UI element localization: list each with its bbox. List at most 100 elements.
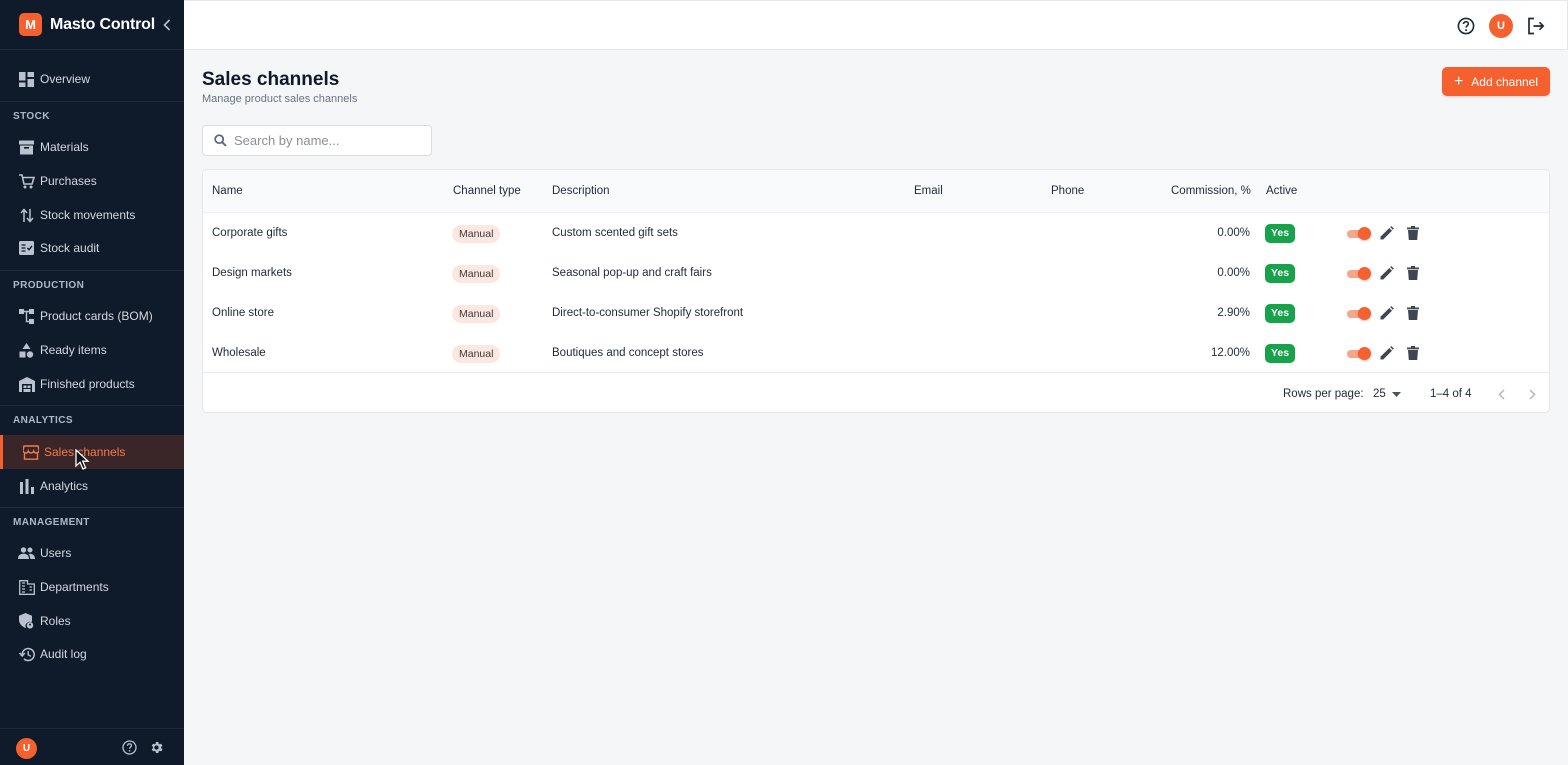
sidebar-item-stock-audit[interactable]: Stock audit xyxy=(0,231,184,265)
sidebar-item-overview[interactable]: Overview xyxy=(0,62,184,96)
edit-button[interactable] xyxy=(1380,346,1394,360)
sidebar-item-purchases[interactable]: Purchases xyxy=(0,164,184,198)
active-toggle[interactable] xyxy=(1347,307,1371,320)
help-button[interactable] xyxy=(1454,14,1478,38)
domain-icon xyxy=(18,579,35,596)
channel-type-chip: Manual xyxy=(452,305,501,323)
table-row[interactable]: Corporate gifts Manual Custom scented gi… xyxy=(203,214,1549,254)
user-avatar[interactable]: U xyxy=(16,738,37,759)
active-toggle[interactable] xyxy=(1347,267,1371,280)
warehouse-icon xyxy=(18,376,35,393)
delete-button[interactable] xyxy=(1407,226,1421,240)
chevron-left-icon xyxy=(163,19,171,31)
settings-button[interactable] xyxy=(149,740,164,755)
cell-name: Design markets xyxy=(212,267,292,279)
storefront-icon xyxy=(22,444,39,461)
active-badge: Yes xyxy=(1265,224,1295,243)
sidebar-divider xyxy=(0,405,184,406)
edit-button[interactable] xyxy=(1380,266,1394,280)
sidebar-item-label: Departments xyxy=(40,580,109,594)
active-toggle[interactable] xyxy=(1347,347,1371,360)
dashboard-icon xyxy=(18,71,35,88)
help-icon xyxy=(1457,17,1475,35)
sidebar-item-materials[interactable]: Materials xyxy=(0,130,184,164)
toggle-knob xyxy=(1358,347,1371,360)
app-logo: M xyxy=(19,13,42,36)
column-header-name[interactable]: Name xyxy=(212,185,243,197)
rows-per-page-select[interactable]: 25 xyxy=(1373,388,1401,400)
sidebar-item-roles[interactable]: Roles xyxy=(0,604,184,638)
collapse-sidebar-button[interactable] xyxy=(160,17,174,33)
app-title: Masto Control xyxy=(50,15,155,33)
sidebar-item-stock-movements[interactable]: Stock movements xyxy=(0,198,184,232)
help-button[interactable] xyxy=(122,740,137,755)
sidebar-item-label: Stock audit xyxy=(40,241,100,255)
column-header-active[interactable]: Active xyxy=(1266,185,1297,197)
cell-commission: 0.00% xyxy=(1217,267,1250,279)
bar-chart-icon xyxy=(18,478,35,495)
delete-button[interactable] xyxy=(1407,266,1421,280)
table-row[interactable]: Online store Manual Direct-to-consumer S… xyxy=(203,294,1549,334)
page-title: Sales channels xyxy=(202,69,340,90)
edit-button[interactable] xyxy=(1380,226,1394,240)
sidebar-item-label: Audit log xyxy=(40,647,87,661)
logout-button[interactable] xyxy=(1524,14,1548,38)
delete-button[interactable] xyxy=(1407,346,1421,360)
column-header-email[interactable]: Email xyxy=(914,185,943,197)
sales-channels-table: Name Channel type Description Email Phon… xyxy=(202,169,1550,413)
previous-page-button[interactable] xyxy=(1494,386,1508,402)
cell-commission: 2.90% xyxy=(1217,307,1250,319)
sidebar-item-users[interactable]: Users xyxy=(0,536,184,570)
people-icon xyxy=(18,545,35,562)
cart-icon xyxy=(18,173,35,190)
edit-button[interactable] xyxy=(1380,306,1394,320)
active-badge: Yes xyxy=(1265,264,1295,283)
logout-icon xyxy=(1528,17,1545,35)
cell-commission: 12.00% xyxy=(1210,347,1250,359)
search-box xyxy=(202,125,432,156)
rows-per-page-value: 25 xyxy=(1373,388,1386,400)
next-page-button[interactable] xyxy=(1525,386,1539,402)
sidebar-divider xyxy=(0,101,184,102)
section-label-analytics: ANALYTICS xyxy=(13,415,73,426)
cell-name: Wholesale xyxy=(212,347,266,359)
toggle-knob xyxy=(1358,307,1371,320)
search-icon xyxy=(214,134,227,147)
sidebar-item-audit-log[interactable]: Audit log xyxy=(0,637,184,671)
sidebar-divider xyxy=(0,270,184,271)
cell-description: Custom scented gift sets xyxy=(552,227,678,239)
column-header-description[interactable]: Description xyxy=(552,185,610,197)
user-avatar[interactable]: U xyxy=(1489,14,1513,38)
column-header-commission[interactable]: Commission, % xyxy=(1171,185,1251,197)
sidebar-item-product-cards[interactable]: Product cards (BOM) xyxy=(0,299,184,333)
trash-icon xyxy=(1407,266,1419,280)
sidebar-item-ready-items[interactable]: Ready items xyxy=(0,333,184,367)
rows-per-page-label: Rows per page: xyxy=(1283,388,1364,400)
add-channel-button[interactable]: + Add channel xyxy=(1442,67,1550,96)
history-icon xyxy=(18,646,35,663)
sidebar-item-label: Finished products xyxy=(40,377,135,391)
chevron-right-icon xyxy=(1528,388,1536,400)
section-label-production: PRODUCTION xyxy=(13,280,85,291)
account-tree-icon xyxy=(18,308,35,325)
cell-description: Seasonal pop-up and craft fairs xyxy=(552,267,712,279)
pencil-icon xyxy=(1380,266,1394,280)
cell-description: Boutiques and concept stores xyxy=(552,347,704,359)
column-header-channel-type[interactable]: Channel type xyxy=(453,185,521,197)
sidebar: M Masto Control Overview STOCK Materials… xyxy=(0,0,184,765)
trash-icon xyxy=(1407,346,1419,360)
delete-button[interactable] xyxy=(1407,306,1421,320)
caret-down-icon xyxy=(1391,391,1401,397)
sidebar-item-analytics[interactable]: Analytics xyxy=(0,469,184,503)
sidebar-item-finished-products[interactable]: Finished products xyxy=(0,367,184,401)
section-label-stock: STOCK xyxy=(13,111,50,122)
sidebar-item-sales-channels[interactable]: Sales channels xyxy=(0,435,184,469)
active-badge: Yes xyxy=(1265,344,1295,363)
table-row[interactable]: Wholesale Manual Boutiques and concept s… xyxy=(203,334,1549,374)
page-subtitle: Manage product sales channels xyxy=(202,93,358,105)
search-input[interactable] xyxy=(234,133,424,148)
sidebar-item-departments[interactable]: Departments xyxy=(0,570,184,604)
table-row[interactable]: Design markets Manual Seasonal pop-up an… xyxy=(203,254,1549,294)
active-toggle[interactable] xyxy=(1347,227,1371,240)
column-header-phone[interactable]: Phone xyxy=(1051,185,1084,197)
